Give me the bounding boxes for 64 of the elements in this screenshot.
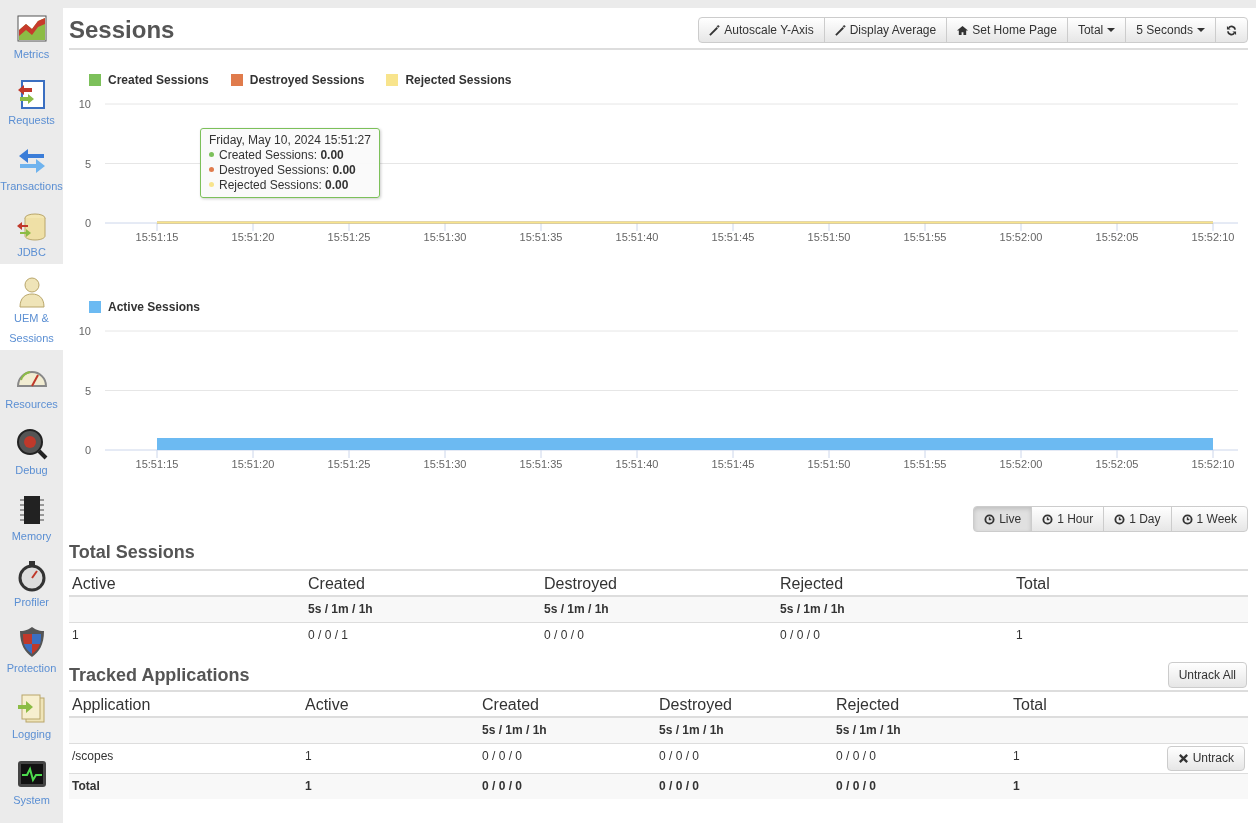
table-cell: 1 (302, 773, 479, 799)
axis-label: 15:52:00 (999, 458, 1043, 470)
axis-label: 15:51:35 (519, 458, 563, 470)
axis-label: 15:51:25 (327, 458, 371, 470)
column-header: Total (1013, 570, 1248, 596)
axis-label: 0 (84, 444, 91, 456)
axis-label: 15:51:45 (711, 231, 755, 243)
column-header: Application (69, 691, 302, 717)
axis-label: 15:51:20 (231, 458, 275, 470)
axis-label: 15:51:50 (807, 458, 851, 470)
axis-label: 15:51:15 (135, 458, 179, 470)
table-cell: 0 / 0 / 0 (479, 773, 656, 799)
unit-label: 5s / 1m / 1h (541, 596, 777, 623)
table-cell: 0 / 0 / 0 (656, 773, 833, 799)
axis-label: 15:51:40 (615, 458, 659, 470)
tooltip-title: Friday, May 10, 2024 15:51:27 (209, 133, 371, 148)
table-cell: Total (69, 773, 302, 799)
unit-label: 5s / 1m / 1h (833, 717, 1010, 744)
axis-label: 15:52:00 (999, 231, 1043, 243)
axis-label: 10 (78, 98, 91, 110)
axis-label: 15:51:55 (903, 458, 947, 470)
table-cell: 1 (69, 622, 305, 648)
table-cell: 1 (1013, 622, 1248, 648)
table-cell: 0 / 0 / 0 (777, 622, 1013, 648)
unit-label: 5s / 1m / 1h (777, 596, 1013, 623)
column-header: Destroyed (541, 570, 777, 596)
tooltip-text: Destroyed Sessions: 0.00 (219, 163, 356, 178)
column-header: Rejected (777, 570, 1013, 596)
column-header: Created (305, 570, 541, 596)
unit-label: 5s / 1m / 1h (305, 596, 541, 623)
page-title: Sessions (69, 15, 175, 45)
axis-label: 15:51:30 (423, 458, 467, 470)
axis-label: 15:51:30 (423, 231, 467, 243)
axis-label: 15:52:05 (1095, 231, 1139, 243)
axis-label: 15:51:15 (135, 231, 179, 243)
axis-label: 5 (84, 384, 91, 397)
table-cell: 0 / 0 / 0 (541, 622, 777, 648)
legend-label: Destroyed Sessions (249, 72, 365, 89)
legend-label: Active Sessions (108, 299, 201, 316)
legend-label: Created Sessions (108, 72, 209, 89)
unit-label: 5s / 1m / 1h (656, 717, 833, 744)
axis-label: 15:51:35 (519, 231, 563, 243)
axis-label: 5 (84, 157, 91, 170)
axis-label: 15:51:40 (615, 231, 659, 243)
table-cell: 0 / 0 / 1 (305, 622, 541, 648)
column-header: Active (69, 570, 305, 596)
axis-label: 0 (84, 217, 91, 229)
axis-label: 15:52:10 (1191, 458, 1235, 470)
axis-label: 15:52:10 (1191, 231, 1235, 243)
axis-label: 10 (78, 325, 91, 337)
axis-label: 15:51:50 (807, 231, 851, 243)
axis-label: 15:51:25 (327, 231, 371, 243)
section-title: Total Sessions (69, 541, 196, 564)
section-title: Tracked Applications (69, 664, 250, 687)
axis-label: 15:51:55 (903, 231, 947, 243)
axis-label: 15:51:45 (711, 458, 755, 470)
unit-label: 5s / 1m / 1h (479, 717, 656, 744)
axis-label: 15:51:20 (231, 231, 275, 243)
legend-label: Rejected Sessions (405, 72, 512, 89)
axis-label: 15:52:05 (1095, 458, 1139, 470)
tooltip-text: Created Sessions: 0.00 (219, 148, 344, 163)
tooltip-text: Rejected Sessions: 0.00 (219, 178, 349, 193)
table-cell: 1 (1010, 773, 1140, 799)
table-cell: 0 / 0 / 0 (833, 773, 1010, 799)
